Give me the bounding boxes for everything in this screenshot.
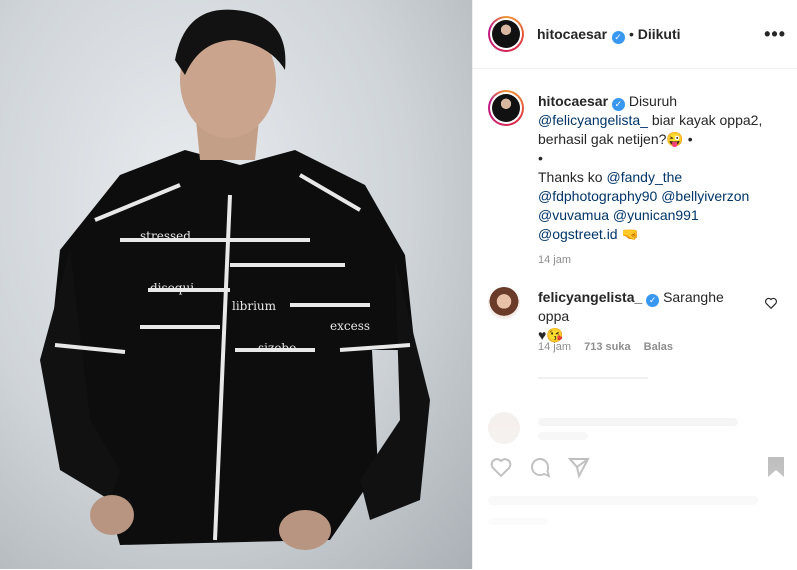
post-detail-panel: hitocaesar ✓ • Diikuti ••• hitocaesar ✓ …	[472, 0, 797, 569]
caption-bullet: •	[687, 131, 693, 147]
verified-icon: ✓	[611, 98, 625, 111]
caption-emoji: 😜	[666, 131, 684, 147]
follow-separator: •	[628, 26, 638, 42]
mention-link[interactable]: @fdphotography90	[538, 188, 657, 204]
caption-bullet: •	[538, 150, 543, 166]
mention-link[interactable]: @vuvamua	[538, 207, 609, 223]
caption-author[interactable]: hitocaesar	[538, 93, 608, 109]
comment-timestamp[interactable]: 14 jam	[538, 341, 571, 353]
comment-author[interactable]: felicyangelista_	[538, 289, 642, 305]
mention-link[interactable]: @yunican991	[613, 207, 699, 223]
caption-avatar[interactable]	[488, 90, 524, 126]
caption-timestamp[interactable]: 14 jam	[538, 254, 571, 266]
caption-text-part1: Disuruh	[628, 93, 678, 109]
author-username[interactable]: hitocaesar	[537, 26, 607, 42]
svg-text:sizebo: sizebo	[258, 341, 296, 355]
post-header: hitocaesar ✓ • Diikuti •••	[473, 0, 797, 69]
caption-text: hitocaesar ✓ Disuruh @felicyangelista_ b…	[538, 92, 778, 244]
post-photo[interactable]: stressed disequi librium excess sizebo	[0, 0, 472, 569]
more-options-icon[interactable]: •••	[764, 24, 786, 45]
verified-icon: ✓	[611, 31, 625, 44]
author-avatar[interactable]	[488, 16, 524, 52]
svg-text:excess: excess	[330, 319, 370, 333]
header-author-line: hitocaesar ✓ • Diikuti	[537, 26, 681, 44]
comment-text: felicyangelista_ ✓ Saranghe oppa ♥😘	[538, 288, 748, 345]
svg-text:stressed: stressed	[140, 229, 191, 243]
mention-link[interactable]: @bellyiverzon	[661, 188, 749, 204]
follow-status-button[interactable]: Diikuti	[638, 26, 681, 42]
person-photo-illustration: stressed disequi librium excess sizebo	[40, 9, 430, 550]
fade-overlay	[473, 365, 797, 569]
caption-emoji: 🤜	[621, 226, 639, 242]
comment-meta: 14 jam 713 suka Balas	[538, 341, 673, 353]
verified-icon: ✓	[646, 294, 660, 307]
mention-link[interactable]: @fandy_the	[606, 169, 682, 185]
comment-reply-button[interactable]: Balas	[644, 341, 673, 353]
heart-icon[interactable]	[764, 296, 778, 310]
svg-text:librium: librium	[232, 299, 277, 313]
mention-link[interactable]: @ogstreet.id	[538, 226, 618, 242]
caption-text-part3: Thanks ko	[538, 169, 603, 185]
svg-text:disequi: disequi	[150, 281, 194, 295]
comment-likes[interactable]: 713 suka	[584, 341, 630, 353]
mention-link[interactable]: @felicyangelista_	[538, 112, 648, 128]
commenter-avatar[interactable]	[488, 287, 520, 319]
